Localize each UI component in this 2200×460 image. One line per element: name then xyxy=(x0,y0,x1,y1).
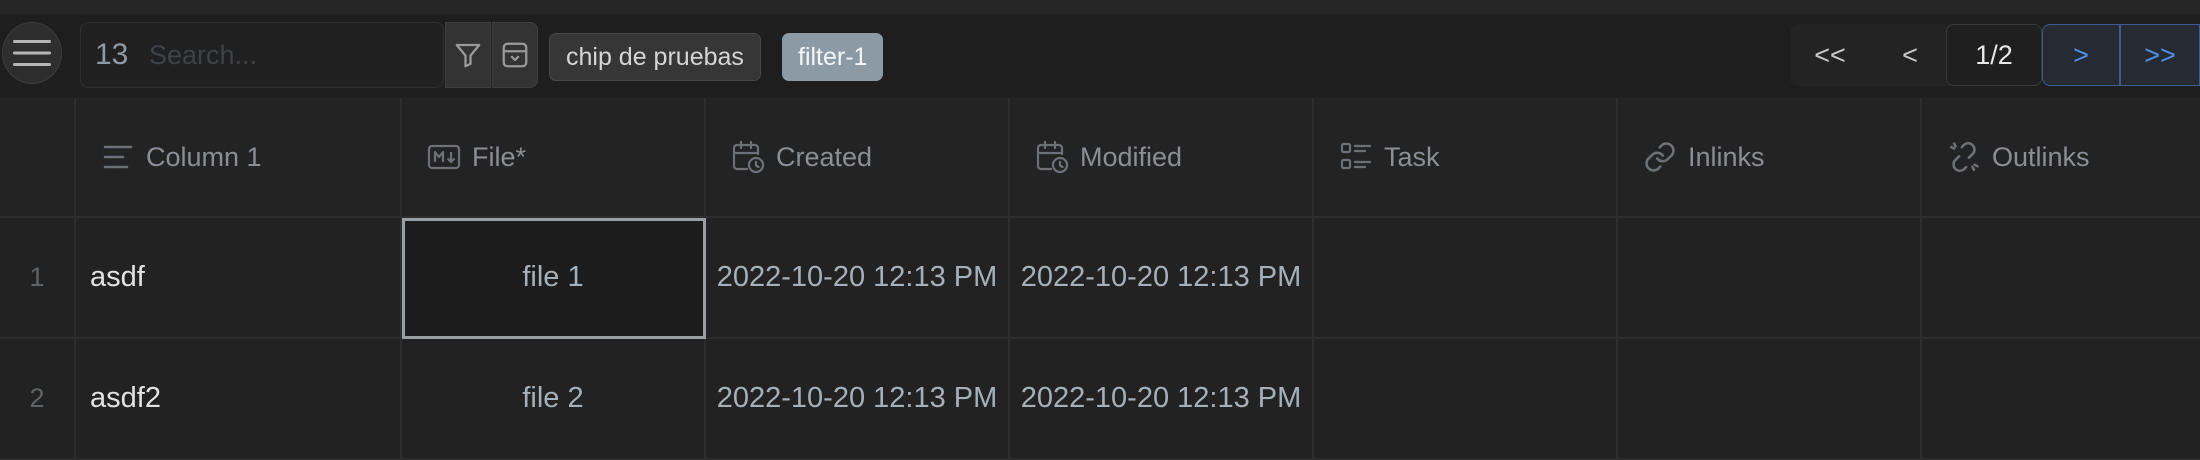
column-header-inlinks[interactable]: Inlinks xyxy=(1618,98,1922,218)
task-list-icon xyxy=(1338,139,1374,175)
calendar-clock-icon xyxy=(1034,139,1070,175)
column-header-label: Modified xyxy=(1080,141,1183,172)
chip-filter-1[interactable]: filter-1 xyxy=(782,33,884,81)
top-strip xyxy=(0,0,2200,14)
row-number: 2 xyxy=(0,339,76,460)
cell-inlinks[interactable] xyxy=(1618,218,1922,339)
last-page-button[interactable]: >> xyxy=(2120,24,2200,86)
table-toolbar: 13 chip de pruebas filter-1 << < 1/2 > >… xyxy=(0,14,2200,98)
column-header-file[interactable]: File* xyxy=(402,98,706,218)
row-number: 1 xyxy=(0,218,76,339)
column-header-label: Task xyxy=(1384,141,1440,172)
search-input[interactable] xyxy=(149,39,439,71)
column-header-label: Column 1 xyxy=(146,141,262,172)
page-indicator: 1/2 xyxy=(1946,24,2042,86)
cell-created[interactable]: 2022-10-20 12:13 PM xyxy=(706,218,1010,339)
cell-column-1[interactable]: asdf xyxy=(76,218,402,339)
text-align-icon xyxy=(100,139,136,175)
cell-inlinks[interactable] xyxy=(1618,339,1922,460)
first-page-button[interactable]: << xyxy=(1790,24,1870,86)
broken-link-icon xyxy=(1946,139,1982,175)
cell-modified[interactable]: 2022-10-20 12:13 PM xyxy=(1010,218,1314,339)
cell-column-1[interactable]: asdf2 xyxy=(76,339,402,460)
menu-button[interactable] xyxy=(2,22,62,84)
cell-task[interactable] xyxy=(1314,218,1618,339)
column-header-label: Inlinks xyxy=(1688,141,1765,172)
markdown-icon xyxy=(426,139,462,175)
chip-de-pruebas[interactable]: chip de pruebas xyxy=(549,33,761,81)
filter-button[interactable] xyxy=(445,22,491,88)
row-number-header xyxy=(0,98,76,218)
cell-file[interactable]: file 2 xyxy=(402,339,706,460)
cell-outlinks[interactable] xyxy=(1922,218,2200,339)
column-header-label: File* xyxy=(472,141,527,172)
funnel-icon xyxy=(455,43,481,68)
cell-created[interactable]: 2022-10-20 12:13 PM xyxy=(706,339,1010,460)
cell-task[interactable] xyxy=(1314,339,1618,460)
prev-page-button[interactable]: < xyxy=(1870,24,1950,86)
column-header-modified[interactable]: Modified xyxy=(1010,98,1314,218)
column-header-label: Created xyxy=(776,141,873,172)
cell-outlinks[interactable] xyxy=(1922,339,2200,460)
next-page-button[interactable]: > xyxy=(2042,24,2120,86)
link-icon xyxy=(1642,139,1678,175)
column-header-task[interactable]: Task xyxy=(1314,98,1618,218)
cell-file[interactable]: file 1 xyxy=(402,218,706,339)
data-table: Column 1 File* Created Modified Task Inl… xyxy=(0,98,2200,460)
hamburger-icon xyxy=(13,40,51,66)
archive-button[interactable] xyxy=(492,22,538,88)
calendar-clock-icon xyxy=(730,139,766,175)
column-header-created[interactable]: Created xyxy=(706,98,1010,218)
column-header-outlinks[interactable]: Outlinks xyxy=(1922,98,2200,218)
search-box[interactable]: 13 xyxy=(80,22,444,88)
cell-modified[interactable]: 2022-10-20 12:13 PM xyxy=(1010,339,1314,460)
archive-icon xyxy=(502,42,528,68)
search-count: 13 xyxy=(95,38,129,71)
column-header-column-1[interactable]: Column 1 xyxy=(76,98,402,218)
column-header-label: Outlinks xyxy=(1992,141,2090,172)
